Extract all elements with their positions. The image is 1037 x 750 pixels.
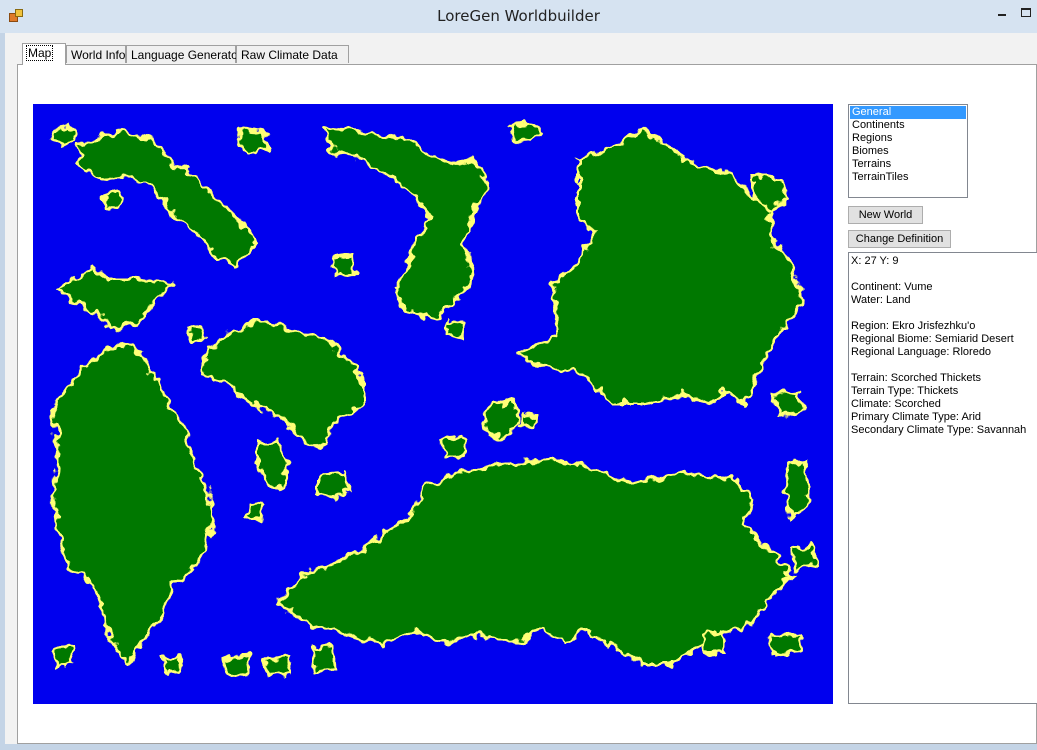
landmass-isle-22 [701,630,727,656]
world-map[interactable] [33,104,833,704]
map-tab-panel: General Continents Regions Biomes Terrai… [17,64,1037,744]
tab-map[interactable]: Map [22,43,66,65]
landmass-isle-6 [445,317,465,341]
landmass-isle-18 [161,654,183,676]
tab-label: Language Generator [131,48,242,62]
tab-language-generator[interactable]: Language Generator [126,45,242,63]
new-world-button[interactable]: New World [848,206,923,224]
landmass-isle-21 [311,644,337,674]
landmass-isle-20 [261,655,293,678]
landmass-isle-17 [51,644,75,671]
window-title: LoreGen Worldbuilder [437,7,600,25]
landmass-isle-10 [441,435,467,458]
minimize-button[interactable] [990,4,1014,22]
window-bottom-edge [0,744,1037,750]
landmass-isle-5 [331,254,355,278]
terrain-info: Terrain: Scorched Thickets [851,372,982,384]
climate-info: Climate: Scorched [851,398,941,410]
regional-biome-info: Regional Biome: Semiarid Desert [851,333,1014,345]
list-item-continents[interactable]: Continents [850,119,966,132]
list-item-regions[interactable]: Regions [850,132,966,145]
landmass-isle-19 [221,654,253,678]
tab-world-info[interactable]: World Info [66,45,126,63]
tile-info-panel: X: 27 Y: 9 Continent: Vume Water: Land R… [848,252,1037,704]
list-item-terraintiles[interactable]: TerrainTiles [850,171,966,184]
landmass-isle-16 [791,544,817,571]
tab-label: Raw Climate Data [241,48,338,62]
tab-raw-climate-data[interactable]: Raw Climate Data [236,45,349,63]
tab-label: Map [25,45,54,61]
landmass-isle-23 [766,632,805,656]
category-list[interactable]: General Continents Regions Biomes Terrai… [848,104,968,198]
tab-label: World Info [71,48,126,62]
maximize-button[interactable] [1014,4,1037,22]
continent-info: Continent: Vume [851,281,933,293]
coordinates-readout: X: 27 Y: 9 [851,255,899,267]
landmass-isle-3 [101,187,123,211]
landmass-isle-24 [186,324,208,344]
window-client-area: Map World Info Language Generator Raw Cl… [5,33,1037,744]
title-bar: LoreGen Worldbuilder [0,0,1037,33]
primary-climate-info: Primary Climate Type: Arid [851,411,982,423]
landmass-isle-14 [245,502,265,521]
landmass-isle-11 [519,412,540,431]
list-item-biomes[interactable]: Biomes [850,145,966,158]
terrain-type-info: Terrain Type: Thickets [851,385,959,397]
secondary-climate-info: Secondary Climate Type: Savannah [851,424,1027,436]
list-item-terrains[interactable]: Terrains [850,158,966,171]
regional-language-info: Regional Language: Rloredo [851,346,992,358]
region-info: Region: Ekro Jrisfezhku'o [851,320,976,332]
water-info: Water: Land [851,294,911,306]
list-item-general[interactable]: General [850,106,966,119]
change-definition-button[interactable]: Change Definition [848,230,951,248]
